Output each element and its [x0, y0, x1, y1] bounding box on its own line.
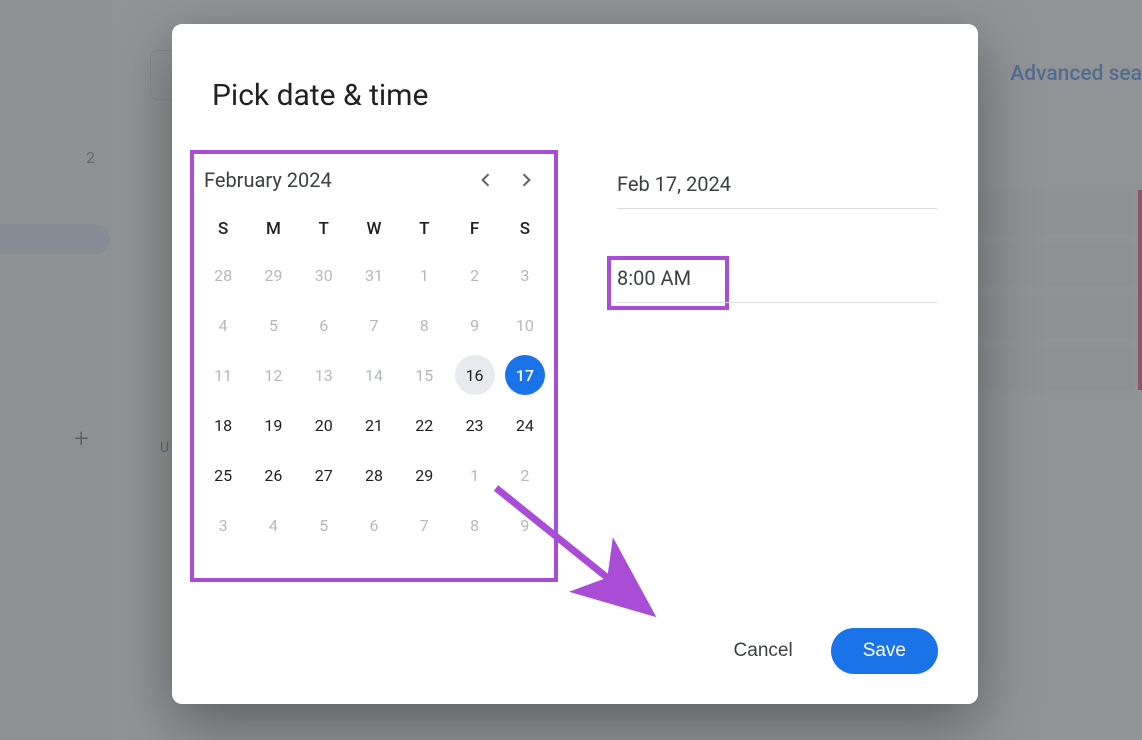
calendar-day-cell[interactable]: 10: [505, 305, 545, 345]
calendar-day-cell[interactable]: 3: [505, 255, 545, 295]
calendar-day-cell[interactable]: 18: [203, 405, 243, 445]
calendar-day-cell[interactable]: 9: [505, 505, 545, 545]
calendar-day-cell[interactable]: 23: [455, 405, 495, 445]
calendar-dow-row: SMTWTFS: [194, 212, 554, 246]
calendar-day-cell[interactable]: 4: [203, 305, 243, 345]
calendar-day-cell[interactable]: 22: [404, 405, 444, 445]
calendar-day-cell[interactable]: 8: [404, 305, 444, 345]
calendar-day-cell[interactable]: 24: [505, 405, 545, 445]
calendar-dow-cell: W: [349, 212, 399, 246]
calendar-day-cell[interactable]: 7: [354, 305, 394, 345]
calendar-day-cell[interactable]: 28: [203, 255, 243, 295]
calendar-day-cell[interactable]: 20: [304, 405, 344, 445]
calendar-day-cell[interactable]: 17: [505, 355, 545, 395]
pick-date-time-dialog: Pick date & time February 2024 SMTWTFS 2…: [172, 24, 978, 704]
calendar-highlight-frame: February 2024 SMTWTFS 282930311234567891…: [190, 150, 558, 582]
calendar-dow-cell: M: [248, 212, 298, 246]
calendar-day-cell[interactable]: 27: [304, 455, 344, 495]
calendar-day-cell[interactable]: 8: [455, 505, 495, 545]
calendar-dow-cell: T: [299, 212, 349, 246]
calendar-day-cell[interactable]: 15: [404, 355, 444, 395]
dialog-title: Pick date & time: [212, 78, 428, 113]
chevron-right-icon: [516, 170, 536, 190]
calendar-day-cell[interactable]: 1: [404, 255, 444, 295]
calendar-day-cell[interactable]: 16: [455, 355, 495, 395]
calendar-dow-cell: S: [198, 212, 248, 246]
calendar-day-cell[interactable]: 11: [203, 355, 243, 395]
calendar-dow-cell: S: [500, 212, 550, 246]
calendar-day-cell[interactable]: 4: [253, 505, 293, 545]
calendar-day-cell[interactable]: 9: [455, 305, 495, 345]
calendar-day-cell[interactable]: 26: [253, 455, 293, 495]
calendar-day-cell[interactable]: 14: [354, 355, 394, 395]
calendar-day-cell[interactable]: 5: [304, 505, 344, 545]
calendar-day-cell[interactable]: 2: [505, 455, 545, 495]
calendar-day-cell[interactable]: 28: [354, 455, 394, 495]
calendar-day-cell[interactable]: 2: [455, 255, 495, 295]
calendar-day-cell[interactable]: 7: [404, 505, 444, 545]
calendar-day-cell[interactable]: 19: [253, 405, 293, 445]
prev-month-button[interactable]: [466, 160, 506, 200]
calendar-header: February 2024: [194, 154, 554, 206]
calendar-day-cell[interactable]: 6: [354, 505, 394, 545]
calendar-day-cell[interactable]: 29: [253, 255, 293, 295]
calendar-day-cell[interactable]: 31: [354, 255, 394, 295]
calendar-day-cell[interactable]: 1: [455, 455, 495, 495]
calendar-grid: 2829303112345678910111213141516171819202…: [194, 250, 554, 550]
cancel-button[interactable]: Cancel: [718, 630, 809, 672]
calendar-day-cell[interactable]: 30: [304, 255, 344, 295]
calendar-day-cell[interactable]: 5: [253, 305, 293, 345]
calendar-day-cell[interactable]: 25: [203, 455, 243, 495]
calendar-dow-cell: T: [399, 212, 449, 246]
calendar-day-cell[interactable]: 13: [304, 355, 344, 395]
chevron-left-icon: [476, 170, 496, 190]
time-input[interactable]: 8:00 AM: [617, 264, 937, 303]
calendar-day-cell[interactable]: 3: [203, 505, 243, 545]
save-button[interactable]: Save: [831, 628, 938, 674]
calendar-day-cell[interactable]: 12: [253, 355, 293, 395]
calendar-day-cell[interactable]: 21: [354, 405, 394, 445]
dialog-buttons: Cancel Save: [718, 628, 938, 674]
date-input[interactable]: Feb 17, 2024: [617, 170, 937, 209]
calendar-month-label: February 2024: [204, 168, 466, 192]
next-month-button[interactable]: [506, 160, 546, 200]
calendar-day-cell[interactable]: 6: [304, 305, 344, 345]
calendar-dow-cell: F: [449, 212, 499, 246]
calendar-day-cell[interactable]: 29: [404, 455, 444, 495]
